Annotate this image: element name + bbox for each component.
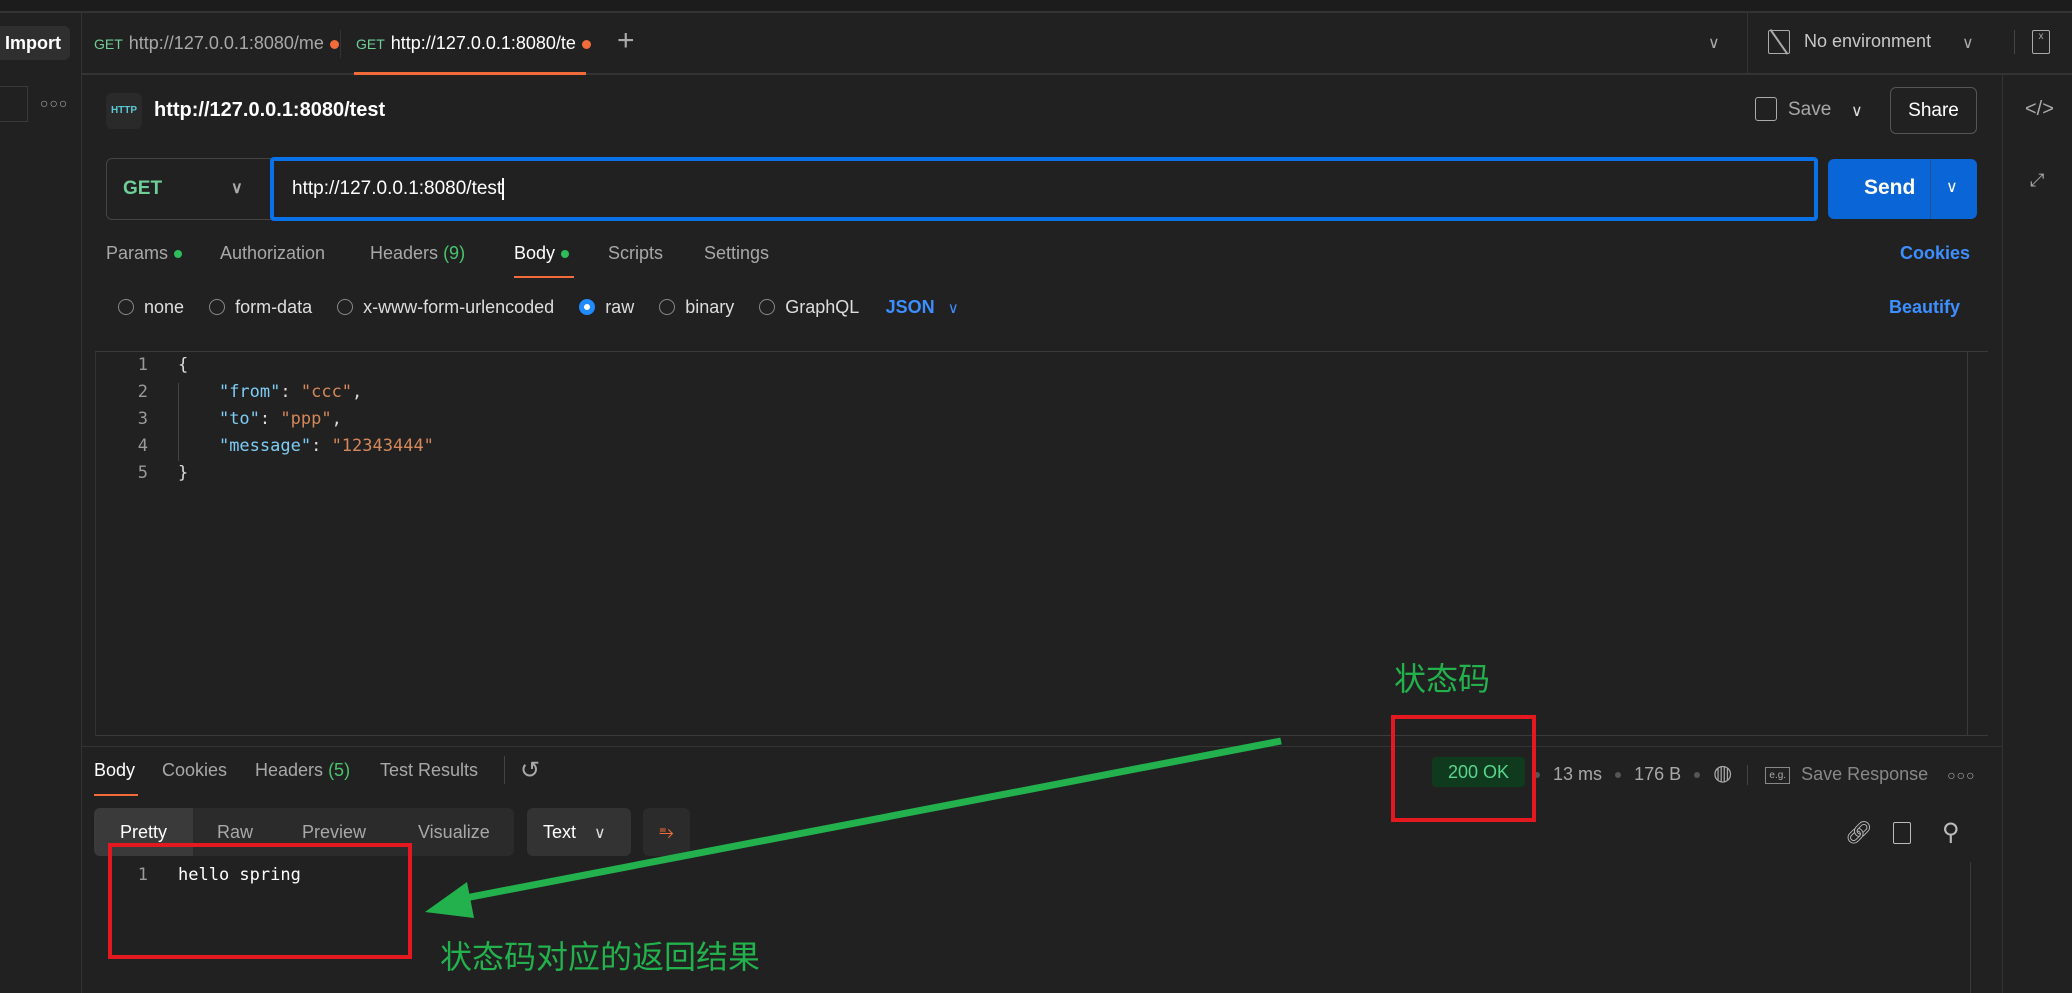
- arrow-head: [425, 882, 474, 918]
- annotation-arrow: [425, 737, 1282, 918]
- arrow-shaft: [454, 737, 1282, 904]
